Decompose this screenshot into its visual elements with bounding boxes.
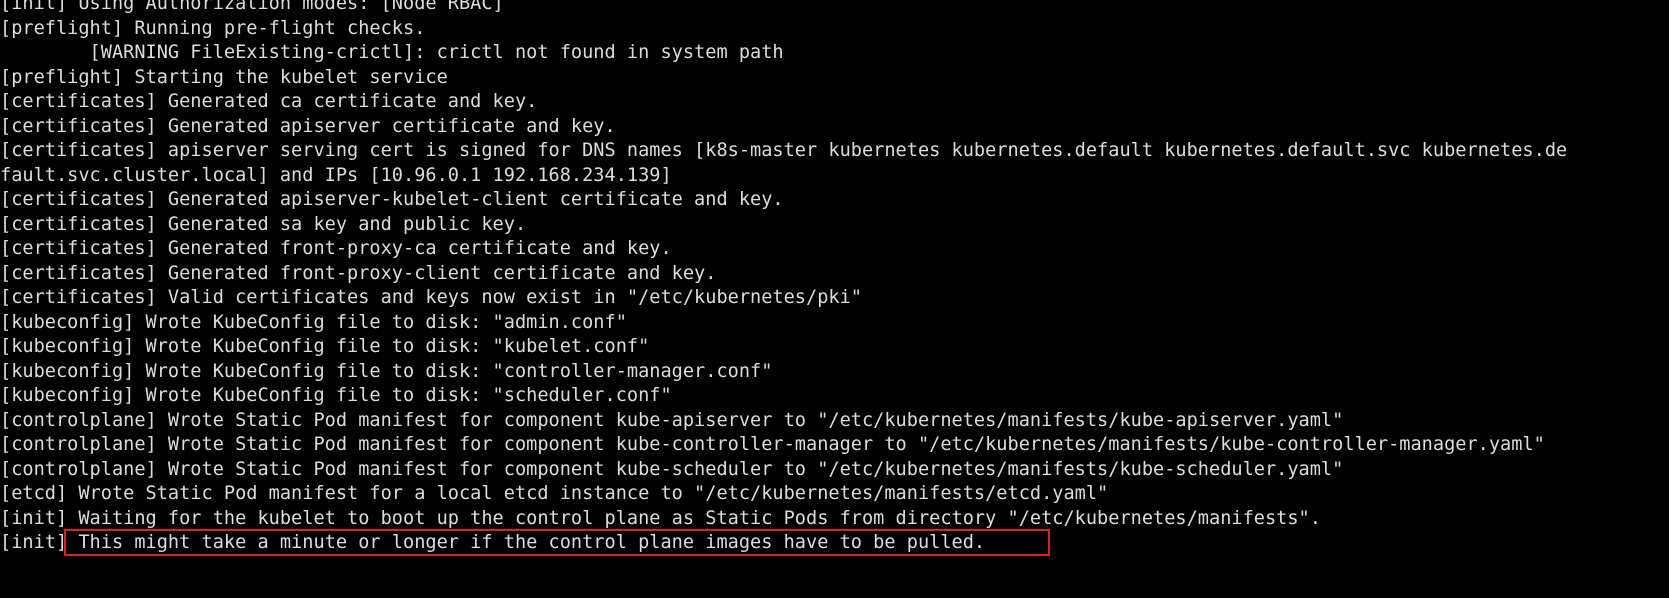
terminal-line: [init] Using Authorization modes: [Node … — [0, 0, 504, 14]
terminal-line: [controlplane] Wrote Static Pod manifest… — [0, 434, 1545, 455]
terminal-line: [kubeconfig] Wrote KubeConfig file to di… — [0, 336, 650, 357]
terminal-line: [certificates] Generated front-proxy-ca … — [0, 238, 672, 259]
terminal-line: [preflight] Running pre-flight checks. — [0, 17, 426, 39]
terminal-line: [controlplane] Wrote Static Pod manifest… — [0, 409, 1344, 431]
terminal-line: [controlplane] Wrote Static Pod manifest… — [0, 458, 1344, 480]
terminal-line-highlighted: [init] This might take a minute or longe… — [0, 532, 986, 553]
terminal-line: [certificates] Generated sa key and publ… — [0, 213, 527, 235]
terminal-line: [certificates] Valid certificates and ke… — [0, 287, 862, 308]
terminal-output[interactable]: [init] Using Authorization modes: [Node … — [0, 0, 1669, 598]
terminal-line: [preflight] Starting the kubelet service — [0, 66, 448, 88]
terminal-line: [certificates] Generated ca certificate … — [0, 91, 538, 112]
terminal-line: [kubeconfig] Wrote KubeConfig file to di… — [0, 311, 627, 333]
terminal-line: [etcd] Wrote Static Pod manifest for a l… — [0, 483, 1109, 504]
terminal-line: [init] Waiting for the kubelet to boot u… — [0, 507, 1321, 529]
terminal-line: [kubeconfig] Wrote KubeConfig file to di… — [0, 385, 672, 406]
terminal-line: [WARNING FileExisting-crictl]: crictl no… — [0, 42, 784, 63]
terminal-line: [certificates] Generated apiserver-kubel… — [0, 189, 784, 210]
terminal-line: [kubeconfig] Wrote KubeConfig file to di… — [0, 360, 773, 382]
terminal-line: fault.svc.cluster.local] and IPs [10.96.… — [0, 164, 672, 186]
terminal-line: [certificates] Generated apiserver certi… — [0, 115, 616, 137]
terminal-line: [certificates] apiserver serving cert is… — [0, 140, 1568, 161]
terminal-line: [certificates] Generated front-proxy-cli… — [0, 262, 717, 284]
